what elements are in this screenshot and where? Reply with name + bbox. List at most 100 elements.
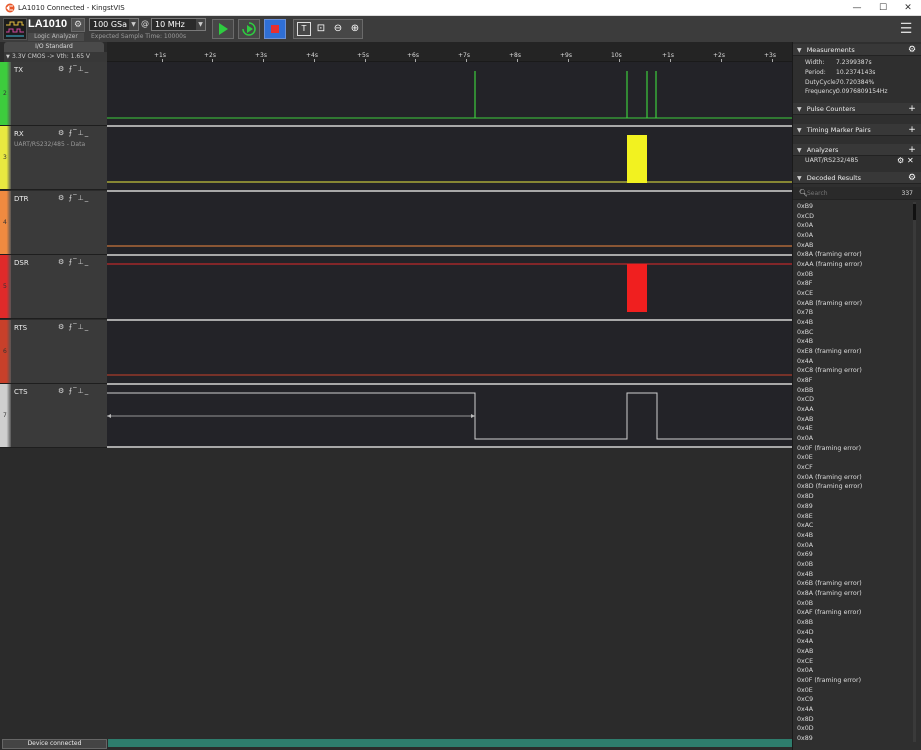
decoded-result-item[interactable]: 0xC9 [793,695,913,705]
decoded-result-item[interactable]: 0x69 [793,550,913,560]
decoded-result-item[interactable]: 0x0A (framing error) [793,473,913,483]
channel-row[interactable]: 6 RTS ⚙ ⨍‾⊥_ [0,320,107,384]
device-settings-icon[interactable]: ⚙ [71,18,85,32]
sample-rate-select[interactable]: 10 MHz ▼ [151,18,206,31]
gear-icon[interactable]: ⚙ [58,65,65,73]
analyzers-header[interactable]: ▼ Analyzers + [793,144,921,156]
add-analyzer-icon[interactable]: + [907,145,917,155]
decoded-result-item[interactable]: 0x0E [793,686,913,696]
decoded-result-item[interactable]: 0x4E [793,424,913,434]
trigger-falling-icon[interactable]: ⊥ [78,194,85,202]
decoded-result-item[interactable]: 0x8F [793,376,913,386]
channel-row[interactable]: 7 CTS ⚙ ⨍‾⊥_ [0,384,107,448]
decoded-result-item[interactable]: 0xAC [793,521,913,531]
decoded-result-item[interactable]: 0xCE [793,657,913,667]
timing-marker-pairs-header[interactable]: ▼ Timing Marker Pairs + [793,124,921,136]
remove-analyzer-icon[interactable]: ✕ [907,156,914,165]
decoded-result-item[interactable]: 0x8A (framing error) [793,250,913,260]
decoded-result-item[interactable]: 0x0B [793,560,913,570]
decoded-result-item[interactable]: 0x4A [793,357,913,367]
stop-button[interactable] [264,19,286,39]
decoded-result-item[interactable]: 0x0A [793,541,913,551]
close-window-button[interactable]: ✕ [894,0,921,16]
decoded-result-item[interactable]: 0xAB [793,241,913,251]
decoded-result-item[interactable]: 0xCD [793,212,913,222]
decoded-result-item[interactable]: 0x4B [793,337,913,347]
zoom-fit-icon[interactable]: ⊡ [314,22,328,36]
decoded-result-item[interactable]: 0x4D [793,628,913,638]
analyzer-item[interactable]: UART/RS232/485 [805,157,858,164]
gear-icon[interactable]: ⚙ [907,45,917,55]
results-scrollbar[interactable] [913,202,916,742]
decoded-result-item[interactable]: 0x4B [793,570,913,580]
decoded-result-item[interactable]: 0xAB (framing error) [793,299,913,309]
decoded-result-item[interactable]: 0x8D [793,492,913,502]
decoded-result-item[interactable]: 0xAA (framing error) [793,260,913,270]
pulse-counters-header[interactable]: ▼ Pulse Counters + [793,103,921,115]
decoded-result-item[interactable]: 0xBB [793,386,913,396]
trigger-falling-icon[interactable]: ⊥ [78,129,85,137]
decoded-result-item[interactable]: 0x4B [793,318,913,328]
channel-name[interactable]: DSR [14,259,29,267]
channel-name[interactable]: CTS [14,388,28,396]
search-input[interactable] [807,188,893,199]
decoded-results-header[interactable]: ▼ Decoded Results ⚙ [793,172,921,184]
maximize-button[interactable]: ☐ [869,0,897,16]
decoded-result-item[interactable]: 0x8D (framing error) [793,482,913,492]
decoded-result-item[interactable]: 0xB9 [793,202,913,212]
gear-icon[interactable]: ⚙ [907,173,917,183]
trigger-low-icon[interactable]: _ [85,194,90,202]
decoded-result-item[interactable]: 0xCF [793,463,913,473]
channel-name[interactable]: RTS [14,324,27,332]
add-pulse-counter-icon[interactable]: + [907,104,917,114]
start-loop-button[interactable] [238,19,260,39]
decoded-result-item[interactable]: 0x8B [793,618,913,628]
channel-name[interactable]: TX [14,66,23,74]
trigger-falling-icon[interactable]: ⊥ [78,65,85,73]
trigger-falling-icon[interactable]: ⊥ [78,323,85,331]
channel-name[interactable]: DTR [14,195,29,203]
decoded-result-item[interactable]: 0x8D [793,715,913,725]
decoded-result-item[interactable]: 0x6B (framing error) [793,579,913,589]
decoded-result-item[interactable]: 0x0A [793,231,913,241]
decoded-result-item[interactable]: 0xAA [793,405,913,415]
io-standard-value[interactable]: ▼ 3.3V CMOS -> Vth: 1.65 V [4,52,107,62]
decoded-result-item[interactable]: 0x0A [793,434,913,444]
decoded-result-item[interactable]: 0x89 [793,502,913,512]
decoded-result-item[interactable]: 0x0A [793,221,913,231]
trigger-low-icon[interactable]: _ [85,65,90,73]
minimize-button[interactable]: — [843,0,871,16]
gear-icon[interactable]: ⚙ [58,129,65,137]
decoded-result-item[interactable]: 0xAB [793,415,913,425]
decoded-result-item[interactable]: 0xCE [793,289,913,299]
decoded-result-item[interactable]: 0x8E [793,512,913,522]
results-scrollbar-thumb[interactable] [913,204,916,220]
trigger-falling-icon[interactable]: ⊥ [78,387,85,395]
decoded-result-item[interactable]: 0x8A (framing error) [793,589,913,599]
decoded-result-item[interactable]: 0x0A [793,666,913,676]
decoded-results-list[interactable]: 0xB9 0xCD 0x0A 0x0A 0xAB 0x8A (framing error)… [793,202,913,750]
decoded-result-item[interactable]: 0x0E [793,453,913,463]
decoded-result-item[interactable]: 0xCD [793,395,913,405]
decoded-result-item[interactable]: 0x8F [793,279,913,289]
start-button[interactable] [212,19,234,39]
decoded-result-item[interactable]: 0x7B [793,308,913,318]
waveform-area[interactable] [107,62,792,448]
decoded-result-item[interactable]: 0xC8 (framing error) [793,366,913,376]
analyzer-settings-icon[interactable]: ⚙ [897,156,904,165]
decoded-result-item[interactable]: 0x0B [793,599,913,609]
trigger-low-icon[interactable]: _ [85,129,90,137]
gear-icon[interactable]: ⚙ [58,387,65,395]
menu-icon[interactable]: ☰ [897,20,915,38]
decoded-result-item[interactable]: 0x4A [793,705,913,715]
gear-icon[interactable]: ⚙ [58,323,65,331]
channel-row[interactable]: 2 TX ⚙ ⨍‾⊥_ [0,62,107,126]
io-standard-tab[interactable]: I/O Standard [4,42,104,52]
sample-depth-select[interactable]: 100 GSa ▼ [89,18,139,31]
text-tool-icon[interactable]: T [297,22,311,36]
channel-name[interactable]: RX [14,130,24,138]
zoom-out-icon[interactable]: ⊖ [331,22,345,36]
channel-row[interactable]: 5 DSR ⚙ ⨍‾⊥_ [0,255,107,319]
decoded-result-item[interactable]: 0x0F (framing error) [793,444,913,454]
zoom-in-icon[interactable]: ⊕ [348,22,362,36]
